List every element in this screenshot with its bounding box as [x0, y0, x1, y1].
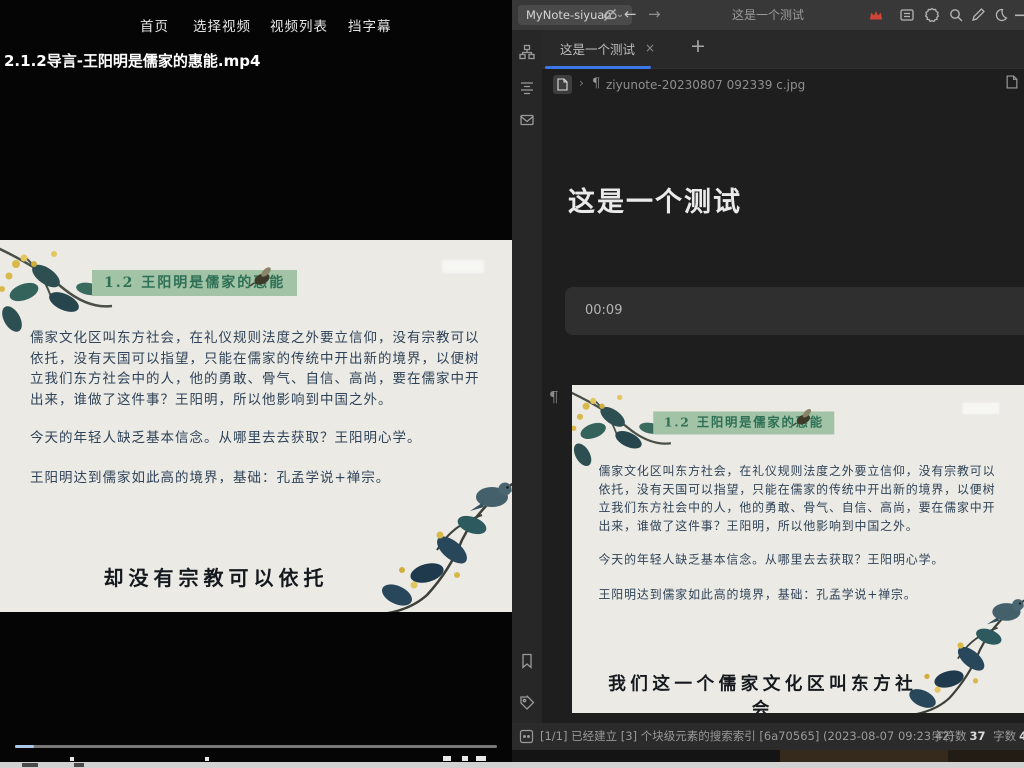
slide-paragraph-1: 儒家文化区叫东方社会，在礼仪规则法度之外要立信仰，没有宗教可以依托，没有天国可以…	[30, 328, 482, 410]
slide: 1.2 王阳明是儒家的惠能 儒家文化区叫东方社会，在礼仪规则法度之外要立信仰，没…	[572, 385, 1024, 713]
video-progress-bar[interactable]	[15, 745, 497, 748]
taskbar-edge	[0, 762, 1024, 768]
player-control-fragment	[476, 756, 486, 761]
focus-doc-icon[interactable]	[1006, 75, 1022, 91]
slide-paragraph-2: 今天的年轻人缺乏基本信念。从哪里去去获取？王阳明心学。	[598, 551, 997, 569]
outline-icon[interactable]	[519, 80, 535, 96]
block-gutter-mark[interactable]: ¶	[549, 388, 559, 406]
player-control-fragment	[462, 756, 468, 761]
video-player-pane: 首页 选择视频 视频列表 挡字幕 2.1.2导言-王阳明是儒家的惠能.mp4	[0, 0, 512, 762]
chevron-right-icon: ›	[579, 76, 584, 90]
block-type-mark: ¶	[592, 76, 600, 91]
bee-decoration	[793, 408, 816, 427]
forward-icon[interactable]: →	[648, 5, 664, 21]
siyuan-dock	[512, 30, 542, 723]
watermark	[962, 403, 999, 414]
bee-decoration	[250, 266, 276, 288]
audio-time: 00:09	[585, 303, 622, 318]
video-progress-played	[15, 745, 34, 748]
embedded-image-block[interactable]: 1.2 王阳明是儒家的惠能 儒家文化区叫东方社会，在礼仪规则法度之外要立信仰，没…	[572, 385, 1024, 713]
card-icon[interactable]	[899, 7, 915, 23]
document-icon[interactable]	[553, 75, 572, 94]
tab-bar: 这是一个测试 × +	[542, 30, 1024, 69]
desktop-gap	[948, 750, 1024, 762]
slide-paragraph-3: 王阳明达到儒家如此高的境界，基础：孔孟学说+禅宗。	[30, 468, 482, 489]
search-icon[interactable]	[948, 7, 964, 23]
video-subtitle: 却没有宗教可以依托	[30, 562, 402, 591]
video-frame[interactable]: 1.2 王阳明是儒家的惠能 儒家文化区叫东方社会，在礼仪规则法度之外要立信仰，没…	[0, 240, 512, 612]
word-count: 字符数37 字数4	[932, 723, 1024, 750]
theme-moon-icon[interactable]	[993, 7, 1009, 23]
breadcrumb: › ¶ ziyunote-20230807 092339 c.jpg	[542, 69, 1024, 101]
desktop-gap	[512, 750, 780, 762]
char-count-value: 37	[970, 729, 986, 743]
nav-video-list[interactable]: 视频列表	[270, 15, 328, 35]
screen: 首页 选择视频 视频列表 挡字幕 2.1.2导言-王阳明是儒家的惠能.mp4	[0, 0, 1024, 768]
workspace-name: MyNote-siyuan	[526, 5, 612, 25]
tab-close-icon[interactable]: ×	[645, 41, 655, 55]
char-count-label: 字符数	[932, 729, 967, 743]
tab-active[interactable]: 这是一个测试 ×	[550, 30, 665, 66]
image-subtitle: 我们这一个儒家文化区叫东方社会	[598, 669, 926, 713]
slide: 1.2 王阳明是儒家的惠能 儒家文化区叫东方社会，在礼仪规则法度之外要立信仰，没…	[0, 240, 512, 612]
status-bar: [1/1] 已经建立 [3] 个块级元素的搜索索引 [6a70565] (202…	[512, 723, 1024, 750]
siyuan-window: 这是一个测试 MyNote-siyuan ⌄ ← →	[512, 0, 1024, 750]
new-tab-button[interactable]: +	[690, 35, 706, 57]
slide-paragraph-3: 王阳明达到儒家如此高的境界，基础：孔孟学说+禅宗。	[598, 586, 997, 604]
tab-label: 这是一个测试	[560, 39, 635, 58]
slide-paragraph-1: 儒家文化区叫东方社会，在礼仪规则法度之外要立信仰，没有宗教可以依托，没有天国可以…	[598, 463, 997, 535]
word-count-value: 4	[1019, 729, 1024, 743]
edit-pencil-icon[interactable]	[970, 7, 986, 23]
player-control-fragment	[70, 757, 74, 761]
nav-select-video[interactable]: 选择视频	[193, 15, 251, 35]
crown-icon[interactable]	[868, 7, 884, 23]
inbox-icon[interactable]	[519, 112, 535, 128]
taskbar-mark	[74, 763, 84, 767]
player-control-fragment	[205, 757, 209, 761]
task-status-icon[interactable]	[519, 729, 534, 744]
player-control-fragment	[443, 756, 451, 761]
breadcrumb-doc-name[interactable]: ziyunote-20230807 092339 c.jpg	[606, 78, 805, 92]
taskbar-mark	[22, 763, 38, 767]
video-filename: 2.1.2导言-王阳明是儒家的惠能.mp4	[4, 50, 260, 71]
status-message: [1/1] 已经建立 [3] 个块级元素的搜索索引 [6a70565] (202…	[540, 723, 954, 750]
file-tree-icon[interactable]	[519, 44, 535, 60]
slide-paragraph-2: 今天的年轻人缺乏基本信念。从哪里去去获取？王阳明心学。	[30, 428, 482, 449]
nav-block-subtitle[interactable]: 挡字幕	[348, 15, 392, 35]
badge-icon[interactable]	[924, 7, 940, 23]
back-icon[interactable]: ←	[624, 5, 640, 21]
minimize-icon[interactable]	[1015, 14, 1024, 30]
cloud-off-icon[interactable]	[602, 7, 618, 23]
tag-icon[interactable]	[519, 695, 535, 711]
nav-home[interactable]: 首页	[140, 15, 169, 35]
bookmark-icon[interactable]	[519, 653, 535, 669]
watermark	[442, 260, 484, 273]
word-count-label: 字数	[993, 729, 1016, 743]
audio-player-block[interactable]: 00:09	[565, 287, 1024, 335]
doc-title[interactable]: 这是一个测试	[568, 180, 742, 219]
siyuan-toolbar: 这是一个测试 MyNote-siyuan ⌄ ← →	[512, 0, 1024, 30]
